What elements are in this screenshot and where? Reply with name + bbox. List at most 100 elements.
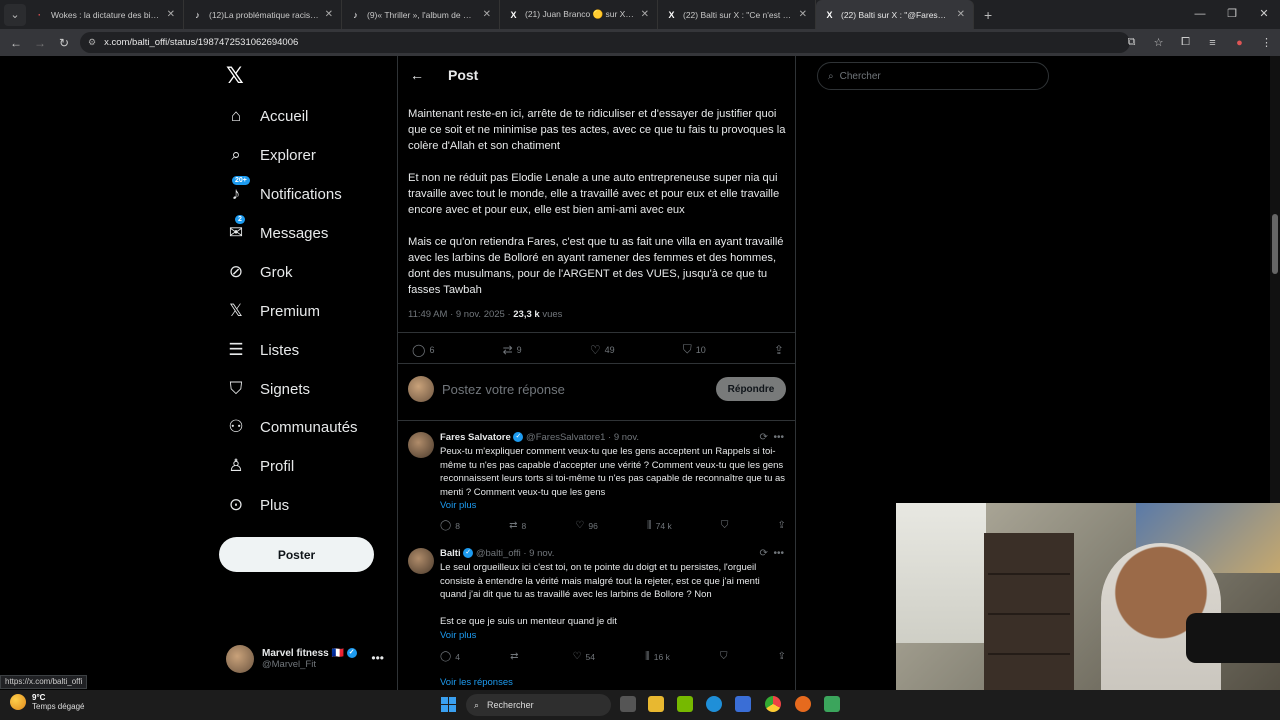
bookmark-button[interactable]: ⛉ xyxy=(721,520,729,531)
views-button[interactable]: ⫼ 16 k xyxy=(645,651,670,662)
bookmark-icon: ⛉ xyxy=(720,520,729,531)
nav-item-grok[interactable]: ⊘ Grok xyxy=(226,257,293,287)
grok-icon: ⊘ xyxy=(228,262,244,281)
browser-tab-5[interactable]: X (22) Balti sur X : "Ce n'est pas q ✕ xyxy=(658,0,816,29)
tab-search-menu-button[interactable]: ⌄ xyxy=(4,3,26,26)
grok-icon[interactable]: ⟳ xyxy=(760,548,768,559)
bookmark-button[interactable]: ⛉ 10 xyxy=(683,342,706,357)
address-bar[interactable]: ⚙ x.com/balti_offi/status/19874725310626… xyxy=(80,32,1130,53)
heart-icon: ♡ xyxy=(575,520,585,531)
forward-icon[interactable]: → xyxy=(28,36,52,50)
share-button[interactable]: ⇪ xyxy=(778,651,786,662)
browser-tab-1[interactable]: · Wokes : la dictature des bien-p ✕ xyxy=(26,0,184,29)
repost-button[interactable]: ⇄ 9 xyxy=(503,343,522,357)
repost-button[interactable]: ⇄ 8 xyxy=(509,520,526,531)
see-more-link[interactable]: Voir plus xyxy=(440,500,476,511)
reply-button[interactable]: ◯ 8 xyxy=(440,520,460,531)
install-app-icon[interactable]: ⧉ xyxy=(1118,36,1145,49)
grok-icon[interactable]: ⟳ xyxy=(760,432,768,443)
tiktok-icon: ♪ xyxy=(353,9,358,20)
close-tab-icon[interactable]: ✕ xyxy=(957,9,965,20)
post-paragraph-1: Maintenant reste-en ici, arrête de te ri… xyxy=(408,108,786,152)
more-horizontal-icon[interactable]: ••• xyxy=(773,432,784,443)
nav-item-premium[interactable]: 𝕏 Premium xyxy=(226,296,320,326)
nav-item-signets[interactable]: ⛉ Signets xyxy=(226,374,310,404)
avatar[interactable] xyxy=(408,432,434,458)
app-icon[interactable] xyxy=(824,696,840,712)
reply-input[interactable]: Postez votre réponse xyxy=(442,382,708,397)
close-tab-icon[interactable]: ✕ xyxy=(483,9,491,20)
chrome-icon[interactable] xyxy=(765,696,781,712)
more-horizontal-icon[interactable]: ••• xyxy=(371,651,384,665)
see-more-link[interactable]: Voir plus xyxy=(440,630,476,641)
scrollbar-thumb[interactable] xyxy=(1272,214,1278,274)
close-window-icon[interactable]: ✕ xyxy=(1248,0,1280,29)
nav-item-explorer[interactable]: ⌕ Explorer xyxy=(226,140,316,170)
bar-chart-icon: ⫼ xyxy=(645,651,650,662)
share-button[interactable]: ⇪ xyxy=(774,343,784,357)
like-button[interactable]: ♡ 96 xyxy=(575,520,597,531)
page-title: Post xyxy=(448,67,479,83)
close-tab-icon[interactable]: ✕ xyxy=(167,9,175,20)
account-switcher[interactable]: Marvel fitness 🇫🇷 ✓ @Marvel_Fit ••• xyxy=(226,643,396,675)
new-tab-button[interactable]: + xyxy=(984,7,992,23)
x-logo-icon[interactable]: 𝕏 xyxy=(226,64,244,89)
browser-tab-3[interactable]: ♪ (9)« Thriller », l'album de Micha ✕ xyxy=(342,0,500,29)
like-button[interactable]: ♡ 49 xyxy=(590,343,615,357)
nav-item-messages[interactable]: ✉ 2 Messages xyxy=(226,215,328,248)
back-icon[interactable]: ← xyxy=(4,36,28,50)
bookmark-button[interactable]: ⛉ xyxy=(720,651,728,662)
firefox-icon[interactable] xyxy=(795,696,811,712)
see-replies-link[interactable]: Voir les réponses xyxy=(440,677,513,688)
store-icon[interactable] xyxy=(735,696,751,712)
room-window xyxy=(896,503,986,643)
avatar[interactable] xyxy=(408,548,434,574)
nav-item-accueil[interactable]: ⌂ Accueil xyxy=(226,101,309,131)
kebab-menu-icon[interactable]: ⋮ xyxy=(1253,36,1280,49)
nav-item-profil[interactable]: ♙ Profil xyxy=(226,451,294,481)
task-view-icon[interactable] xyxy=(620,696,636,712)
like-button[interactable]: ♡ 54 xyxy=(573,651,595,662)
messages-badge: 2 xyxy=(235,215,245,224)
bell-icon: ♪ 20+ xyxy=(226,176,250,204)
site-info-icon[interactable]: ⚙ xyxy=(88,37,96,48)
nav-item-plus[interactable]: ⊙ Plus xyxy=(226,490,289,520)
close-tab-icon[interactable]: ✕ xyxy=(641,9,649,20)
search-input[interactable]: ⌕ Chercher xyxy=(817,62,1049,90)
close-tab-icon[interactable]: ✕ xyxy=(325,9,333,20)
repost-button[interactable]: ⇄ xyxy=(510,651,522,662)
browser-tab-6-active[interactable]: X(22) Balti sur X : "@FaresSalvato✕ xyxy=(816,0,974,29)
nav-item-notifications[interactable]: ♪ 20+ Notifications xyxy=(226,176,342,209)
nvidia-icon[interactable] xyxy=(677,696,693,712)
weather-widget[interactable]: 9°C Temps dégagé xyxy=(10,693,84,711)
reading-list-icon[interactable]: ≡ xyxy=(1199,37,1226,49)
nav-item-listes[interactable]: ☰ Listes xyxy=(226,335,299,365)
file-explorer-icon[interactable] xyxy=(648,696,664,712)
post-button[interactable]: Poster xyxy=(219,537,374,572)
reply-item[interactable]: Fares Salvatore ✓ @FaresSalvatore1 · 9 n… xyxy=(408,432,786,532)
windows-start-icon[interactable] xyxy=(441,697,456,712)
reply-item[interactable]: Balti ✓ @balti_offi · 9 nov. ⟳ ••• Le se… xyxy=(408,548,786,668)
nav-item-communautes[interactable]: ⚇ Communautés xyxy=(226,412,357,442)
profile-icon[interactable]: ● xyxy=(1226,37,1253,49)
maximize-icon[interactable]: ❐ xyxy=(1216,0,1248,29)
share-icon: ⇪ xyxy=(777,520,786,531)
taskbar-search[interactable]: ⌕ Rechercher xyxy=(466,694,611,716)
back-arrow-icon[interactable]: ← xyxy=(410,67,424,83)
bookmark-icon: ⛉ xyxy=(229,379,243,398)
browser-tab-4[interactable]: X (21) Juan Branco 🟡 sur X : "La ✕ xyxy=(500,0,658,29)
edge-icon[interactable] xyxy=(706,696,722,712)
share-button[interactable]: ⇪ xyxy=(778,520,786,531)
star-icon[interactable]: ☆ xyxy=(1145,36,1172,49)
views-button[interactable]: ⫼ 74 k xyxy=(647,520,672,531)
minimize-icon[interactable]: — xyxy=(1184,0,1216,29)
reply-submit-button[interactable]: Répondre xyxy=(716,377,786,401)
views-count[interactable]: 23,3 k xyxy=(513,309,539,320)
extensions-icon[interactable]: ⧠ xyxy=(1172,36,1199,49)
more-horizontal-icon[interactable]: ••• xyxy=(773,548,784,559)
browser-tab-2[interactable]: ♪ (12)La problématique raciste d ✕ xyxy=(184,0,342,29)
reply-button[interactable]: ◯ 4 xyxy=(440,651,460,662)
reply-button[interactable]: ◯ 6 xyxy=(412,343,434,357)
reload-icon[interactable]: ↻ xyxy=(52,36,76,50)
close-tab-icon[interactable]: ✕ xyxy=(799,9,807,20)
